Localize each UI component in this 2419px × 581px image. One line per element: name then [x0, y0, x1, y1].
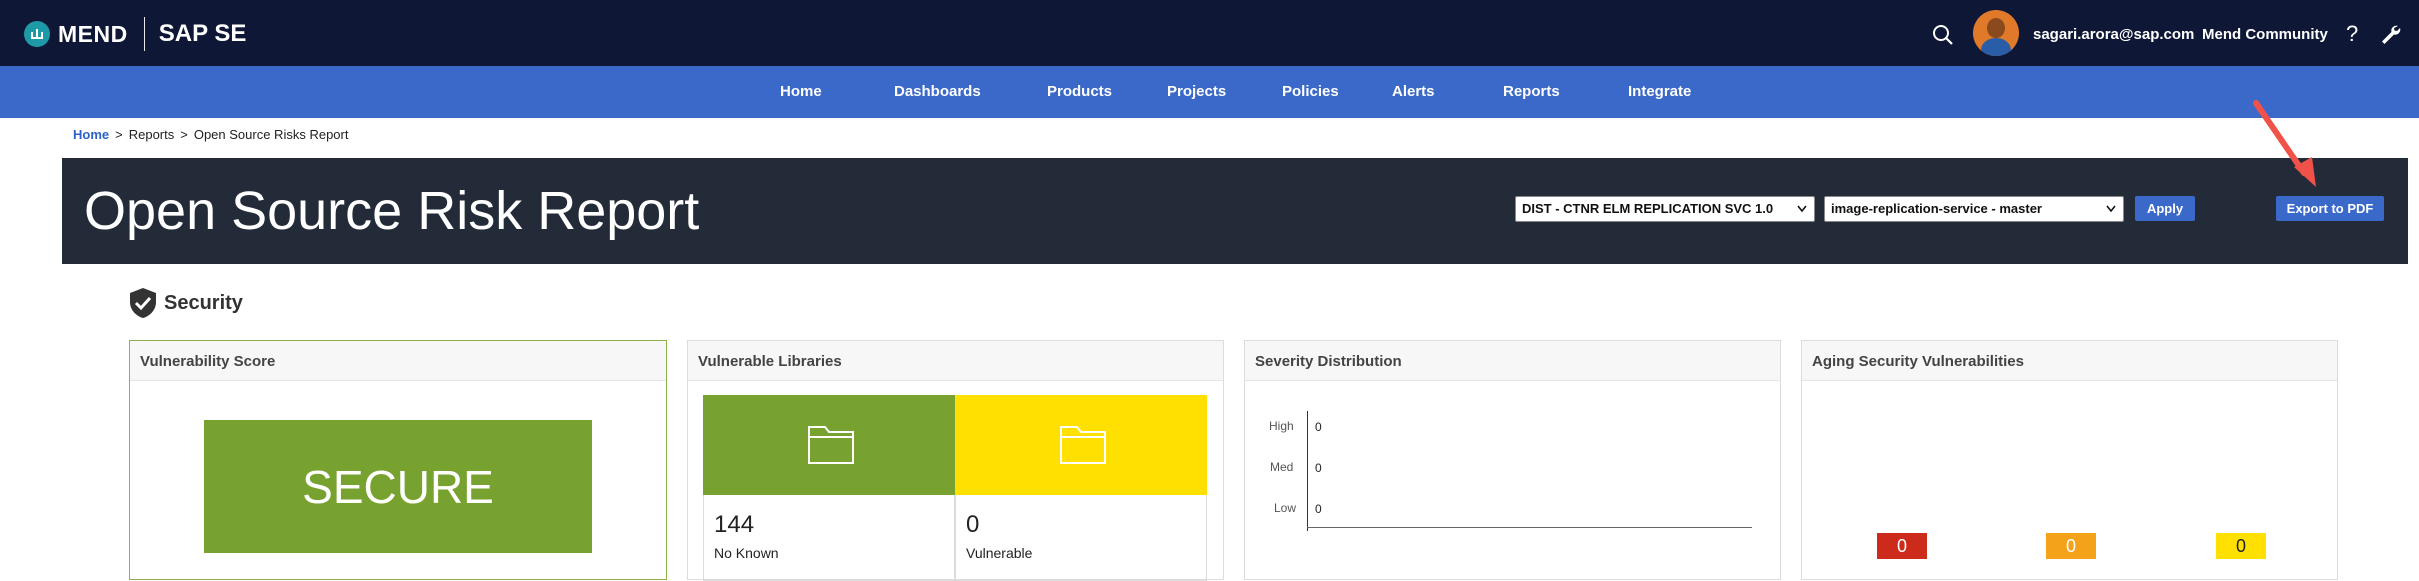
vulnerable-count: 0	[966, 511, 980, 538]
logo-divider	[143, 17, 145, 51]
no-known-tile[interactable]	[703, 395, 955, 495]
chevron-down-icon	[1797, 205, 1807, 213]
vulnerable-stat: 0 Vulnerable	[955, 495, 1207, 581]
aging-box-red[interactable]: 0	[1877, 533, 1927, 559]
severity-distribution-card: Severity Distribution High 0 Med 0 Low 0	[1244, 340, 1781, 580]
vulnerability-score-card: Vulnerability Score SECURE	[129, 340, 667, 580]
folder-icon	[1060, 426, 1106, 464]
export-pdf-button[interactable]: Export to PDF	[2276, 196, 2384, 221]
mend-logo[interactable]: MEND SAP SE	[24, 17, 247, 51]
breadcrumb-current: Open Source Risks Report	[193, 127, 349, 142]
main-nav: Home Dashboards Products Projects Polici…	[0, 66, 2419, 118]
nav-projects[interactable]: Projects	[1167, 83, 1226, 100]
severity-high-label: High	[1269, 419, 1294, 433]
severity-x-axis	[1307, 527, 1752, 528]
severity-high-value: 0	[1315, 420, 1322, 434]
aging-box-yellow[interactable]: 0	[2216, 533, 2266, 559]
vulnerable-label: Vulnerable	[966, 545, 1033, 561]
card-title: Vulnerable Libraries	[688, 341, 1223, 381]
annotation-arrow-icon	[2253, 100, 2316, 187]
folder-icon	[808, 426, 854, 464]
mend-logo-icon	[24, 21, 50, 47]
card-title: Aging Security Vulnerabilities	[1802, 341, 2337, 381]
breadcrumb-reports[interactable]: Reports	[129, 127, 175, 142]
severity-med-label: Med	[1270, 460, 1294, 474]
breadcrumb: Home > Reports > Open Source Risks Report	[73, 127, 349, 142]
help-icon[interactable]: ?	[2346, 21, 2358, 47]
aging-vulnerabilities-card: Aging Security Vulnerabilities 0 0 0	[1801, 340, 2338, 580]
severity-y-axis	[1307, 411, 1308, 531]
nav-reports[interactable]: Reports	[1503, 83, 1560, 100]
product-select[interactable]: DIST - CTNR ELM REPLICATION SVC 1.0	[1515, 196, 1815, 222]
severity-low-value: 0	[1315, 502, 1322, 516]
avatar[interactable]	[1973, 10, 2019, 56]
breadcrumb-home[interactable]: Home	[73, 127, 109, 142]
project-select[interactable]: image-replication-service - master	[1824, 196, 2124, 222]
severity-med-value: 0	[1315, 461, 1322, 475]
no-known-count: 144	[714, 511, 755, 538]
shield-check-icon	[130, 288, 156, 318]
card-title: Severity Distribution	[1245, 341, 1780, 381]
nav-home[interactable]: Home	[780, 83, 822, 100]
nav-integrate[interactable]: Integrate	[1628, 83, 1691, 100]
severity-low-label: Low	[1274, 501, 1297, 515]
report-header: Open Source Risk Report DIST - CTNR ELM …	[62, 158, 2408, 264]
chevron-down-icon	[2106, 205, 2116, 213]
aging-box-orange[interactable]: 0	[2046, 533, 2096, 559]
apply-button[interactable]: Apply	[2135, 196, 2195, 221]
wrench-icon[interactable]	[2379, 23, 2401, 45]
nav-policies[interactable]: Policies	[1282, 83, 1339, 100]
secure-status-badge[interactable]: SECURE	[204, 420, 592, 553]
logo-text: MEND	[58, 20, 128, 47]
organization-name: SAP SE	[158, 20, 247, 47]
vulnerable-libraries-card: Vulnerable Libraries 144 No Known 0 Vuln…	[687, 340, 1224, 581]
user-email[interactable]: sagari.arora@sap.com	[2033, 26, 2194, 43]
top-bar: MEND SAP SE sagari.arora@sap.com Mend Co…	[0, 0, 2419, 66]
security-section-title: Security	[128, 287, 243, 319]
community-link[interactable]: Mend Community	[2202, 26, 2328, 43]
no-known-stat: 144 No Known	[703, 495, 955, 581]
nav-products[interactable]: Products	[1047, 83, 1112, 100]
search-icon[interactable]	[1932, 24, 1954, 46]
page-title: Open Source Risk Report	[84, 181, 700, 241]
vulnerable-tile[interactable]	[955, 395, 1207, 495]
nav-dashboards[interactable]: Dashboards	[894, 83, 981, 100]
no-known-label: No Known	[714, 545, 779, 561]
card-title: Vulnerability Score	[130, 341, 666, 381]
nav-alerts[interactable]: Alerts	[1392, 83, 1435, 100]
